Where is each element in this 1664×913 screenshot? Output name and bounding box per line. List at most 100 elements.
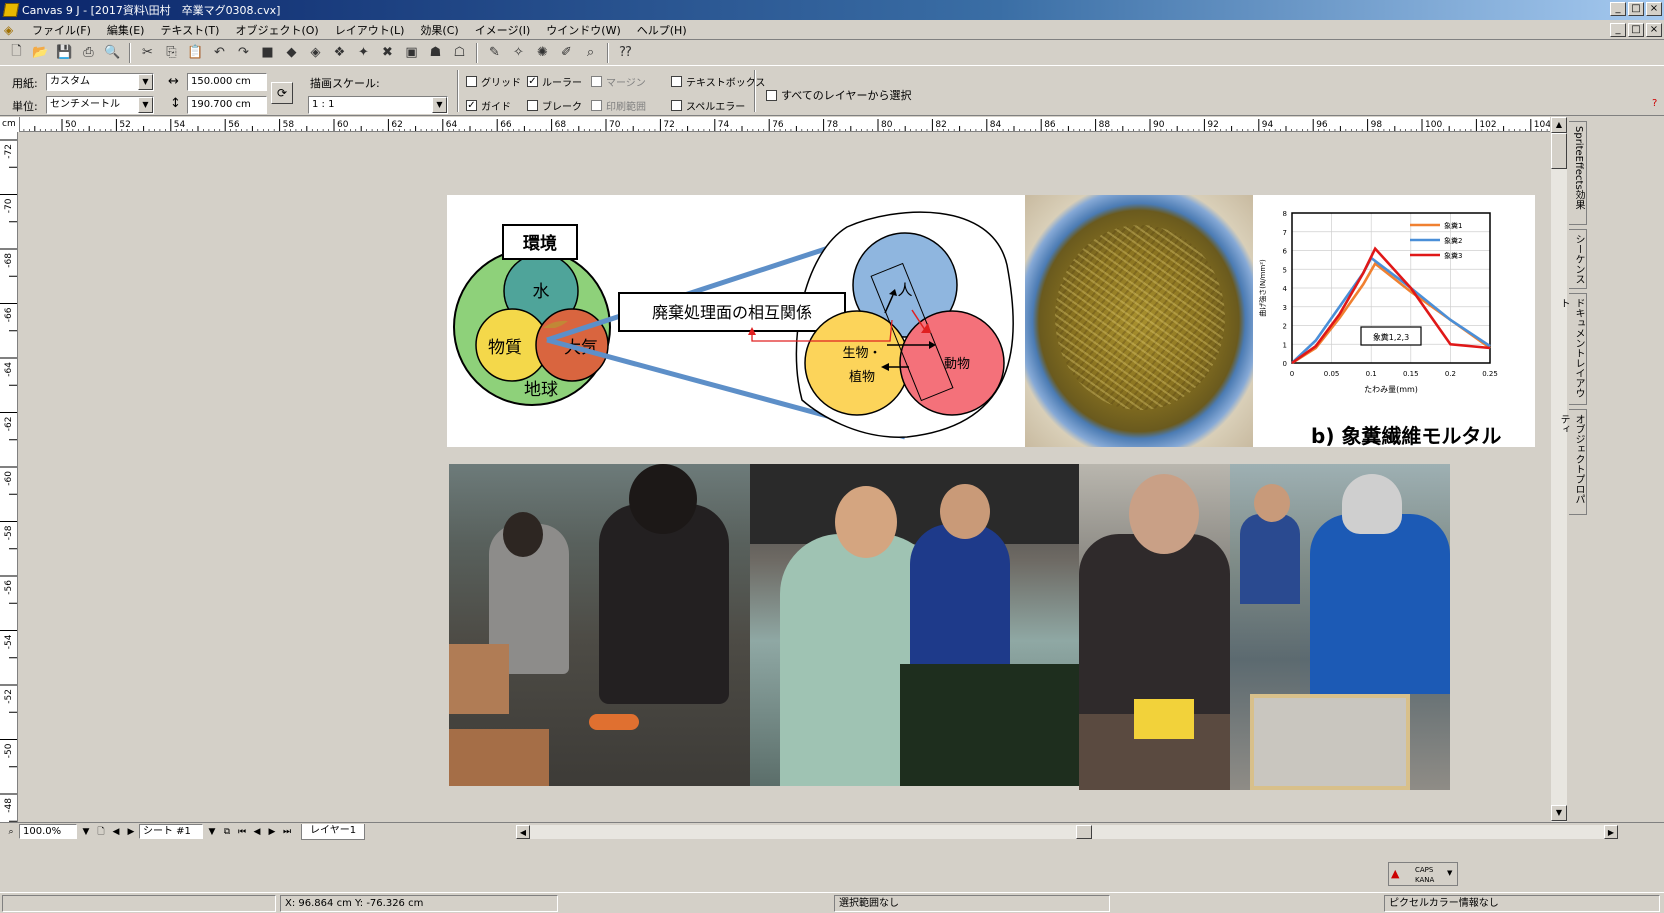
prev-sheet-icon[interactable]: ◀ bbox=[109, 825, 123, 839]
help-icon[interactable]: ? bbox=[1652, 98, 1657, 109]
scroll-thumb[interactable] bbox=[1076, 825, 1092, 839]
property-bar: 用紙: カスタム ▼ 単位: センチメートル ▼ ↔ 150.000 cm ↕ 19… bbox=[0, 66, 1664, 116]
tab-object-properties[interactable]: オブジェクトプロパティ bbox=[1558, 409, 1587, 515]
chevron-down-icon[interactable]: ▼ bbox=[1447, 869, 1452, 877]
doc-restore-button[interactable]: □ bbox=[1628, 23, 1644, 37]
menu-file[interactable]: ファイル(F) bbox=[24, 22, 99, 38]
spell-error-checkbox[interactable]: スペルエラー bbox=[671, 98, 745, 113]
break-checkbox[interactable]: ブレーク bbox=[527, 98, 582, 113]
ruler-label: -50 bbox=[4, 743, 14, 758]
combine-icon[interactable]: ✦ bbox=[353, 42, 374, 63]
ruler-top[interactable]: 50 52 54 56 58 60 62 64 66 68 70 72 74 76 78 80 82 84 86 88… bbox=[0, 117, 1550, 132]
scale-select[interactable]: 1 : 1 ▼ bbox=[308, 96, 448, 114]
lock-icon[interactable]: ☗ bbox=[425, 42, 446, 63]
paper-select[interactable]: カスタム ▼ bbox=[46, 73, 154, 91]
chevron-down-icon[interactable]: ▼ bbox=[205, 825, 219, 839]
height-input[interactable]: 190.700 cm bbox=[187, 96, 267, 114]
checkbox-box[interactable] bbox=[671, 76, 682, 87]
context-help-icon[interactable]: ⁇ bbox=[615, 42, 636, 63]
menu-image[interactable]: イメージ(I) bbox=[467, 22, 539, 38]
minimize-button[interactable]: _ bbox=[1610, 2, 1626, 16]
checkmark-icon[interactable]: ✓ bbox=[466, 100, 477, 111]
front-icon[interactable]: ■ bbox=[257, 42, 278, 63]
width-input[interactable]: 150.000 cm bbox=[187, 73, 267, 91]
save-icon[interactable]: 💾 bbox=[54, 42, 75, 63]
tab-sprite-effects[interactable]: SpriteEffects効果 bbox=[1569, 121, 1587, 225]
maximize-button[interactable]: □ bbox=[1628, 2, 1644, 16]
effects-tool-icon[interactable]: ✧ bbox=[508, 42, 529, 63]
next-sheet-icon[interactable]: ▶ bbox=[124, 825, 138, 839]
menu-help[interactable]: ヘルプ(H) bbox=[629, 22, 695, 38]
undo-icon[interactable]: ↶ bbox=[209, 42, 230, 63]
print-preview-icon[interactable]: 🔍 bbox=[102, 42, 123, 63]
chevron-down-icon[interactable]: ▼ bbox=[432, 97, 447, 113]
menu-window[interactable]: ウインドウ(W) bbox=[538, 22, 628, 38]
paste-icon[interactable]: 📋 bbox=[185, 42, 206, 63]
toolbar-separator bbox=[129, 42, 131, 63]
first-layer-icon[interactable]: ⏮ bbox=[235, 825, 249, 839]
menu-effects[interactable]: 効果(C) bbox=[412, 22, 466, 38]
menu-object[interactable]: オブジェクト(O) bbox=[227, 22, 326, 38]
checkbox-box[interactable] bbox=[527, 100, 538, 111]
checkbox-box[interactable] bbox=[766, 89, 777, 101]
grid-checkbox[interactable]: グリッド bbox=[466, 74, 521, 89]
print-icon[interactable]: ⎙ bbox=[78, 42, 99, 63]
new-sheet-icon[interactable]: 🗋 bbox=[94, 825, 108, 839]
checkbox-box[interactable] bbox=[466, 76, 477, 87]
ruler-label: -52 bbox=[4, 689, 14, 704]
all-layers-checkbox[interactable]: すべてのレイヤーから選択 bbox=[766, 87, 911, 103]
environment-diagram[interactable]: 環境 水 物質 大気 地球 廃棄処理面の相互関係 人 生物・ 植物 動物 bbox=[447, 195, 1025, 447]
doc-close-button[interactable]: × bbox=[1646, 23, 1662, 37]
redo-icon[interactable]: ↷ bbox=[233, 42, 254, 63]
zoom-field[interactable]: 100.0% bbox=[19, 824, 77, 839]
copy-icon[interactable]: ⎘ bbox=[161, 42, 182, 63]
filter-tool-icon[interactable]: ✺ bbox=[532, 42, 553, 63]
ruler-left[interactable]: -72 -70 -68 -66 -64 -62 -60 -58 -56 -54 -52 -50 -48 bbox=[0, 132, 18, 822]
ruler-checkbox[interactable]: ✓ ルーラー bbox=[527, 74, 582, 89]
ungroup-icon[interactable]: ❖ bbox=[329, 42, 350, 63]
layer-tab[interactable]: レイヤー1 bbox=[301, 823, 366, 840]
guide-checkbox[interactable]: ✓ ガイド bbox=[466, 98, 511, 113]
checkbox-box[interactable] bbox=[671, 100, 682, 111]
sheet-field[interactable]: シート #1 bbox=[139, 824, 203, 839]
scroll-thumb[interactable] bbox=[1551, 133, 1567, 169]
last-layer-icon[interactable]: ⏭ bbox=[280, 825, 294, 839]
next-layer-icon[interactable]: ▶ bbox=[265, 825, 279, 839]
close-button[interactable]: × bbox=[1646, 2, 1662, 16]
align-icon[interactable]: ✖ bbox=[377, 42, 398, 63]
image-edit-icon[interactable]: ✐ bbox=[556, 42, 577, 63]
new-document-icon[interactable]: 🗋 bbox=[6, 42, 27, 63]
person-shape bbox=[599, 504, 729, 704]
chevron-down-icon[interactable]: ▼ bbox=[138, 97, 153, 113]
scroll-left-icon[interactable]: ◀ bbox=[516, 825, 530, 839]
zoom-image-icon[interactable]: ⌕ bbox=[580, 42, 601, 63]
menu-text[interactable]: テキスト(T) bbox=[152, 22, 227, 38]
scroll-up-icon[interactable]: ▲ bbox=[1551, 117, 1567, 133]
checkmark-icon[interactable]: ✓ bbox=[527, 76, 538, 87]
chevron-down-icon[interactable]: ▼ bbox=[138, 74, 153, 90]
back-icon[interactable]: ◆ bbox=[281, 42, 302, 63]
horizontal-scrollbar[interactable]: ◀ ▶ bbox=[516, 825, 1618, 839]
chevron-down-icon[interactable]: ▼ bbox=[79, 825, 93, 839]
image-tool-icon[interactable]: ✎ bbox=[484, 42, 505, 63]
cut-icon[interactable]: ✂ bbox=[137, 42, 158, 63]
document-icon[interactable]: ◈ bbox=[4, 23, 18, 37]
layer-manager-icon[interactable]: ⧉ bbox=[220, 825, 234, 839]
prev-layer-icon[interactable]: ◀ bbox=[250, 825, 264, 839]
distribute-icon[interactable]: ▣ bbox=[401, 42, 422, 63]
zoom-icon[interactable]: ⌕ bbox=[4, 825, 18, 839]
menu-layout[interactable]: レイアウト(L) bbox=[327, 22, 413, 38]
tab-sequence[interactable]: シーケンス bbox=[1569, 229, 1587, 289]
open-folder-icon[interactable]: 📂 bbox=[30, 42, 51, 63]
textbox-checkbox[interactable]: テキストボックス bbox=[671, 74, 765, 89]
orientation-icon[interactable]: ⟳ bbox=[271, 82, 293, 104]
unlock-icon[interactable]: ☖ bbox=[449, 42, 470, 63]
doc-minimize-button[interactable]: _ bbox=[1610, 23, 1626, 37]
vertical-scrollbar[interactable]: ▲ ▼ bbox=[1551, 117, 1567, 822]
group-icon[interactable]: ◈ bbox=[305, 42, 326, 63]
unit-select[interactable]: センチメートル ▼ bbox=[46, 96, 154, 114]
scroll-right-icon[interactable]: ▶ bbox=[1604, 825, 1618, 839]
scroll-down-icon[interactable]: ▼ bbox=[1551, 805, 1567, 821]
menu-edit[interactable]: 編集(E) bbox=[99, 22, 153, 38]
tab-document-layout[interactable]: ドキュメントレイアウト bbox=[1558, 293, 1587, 405]
